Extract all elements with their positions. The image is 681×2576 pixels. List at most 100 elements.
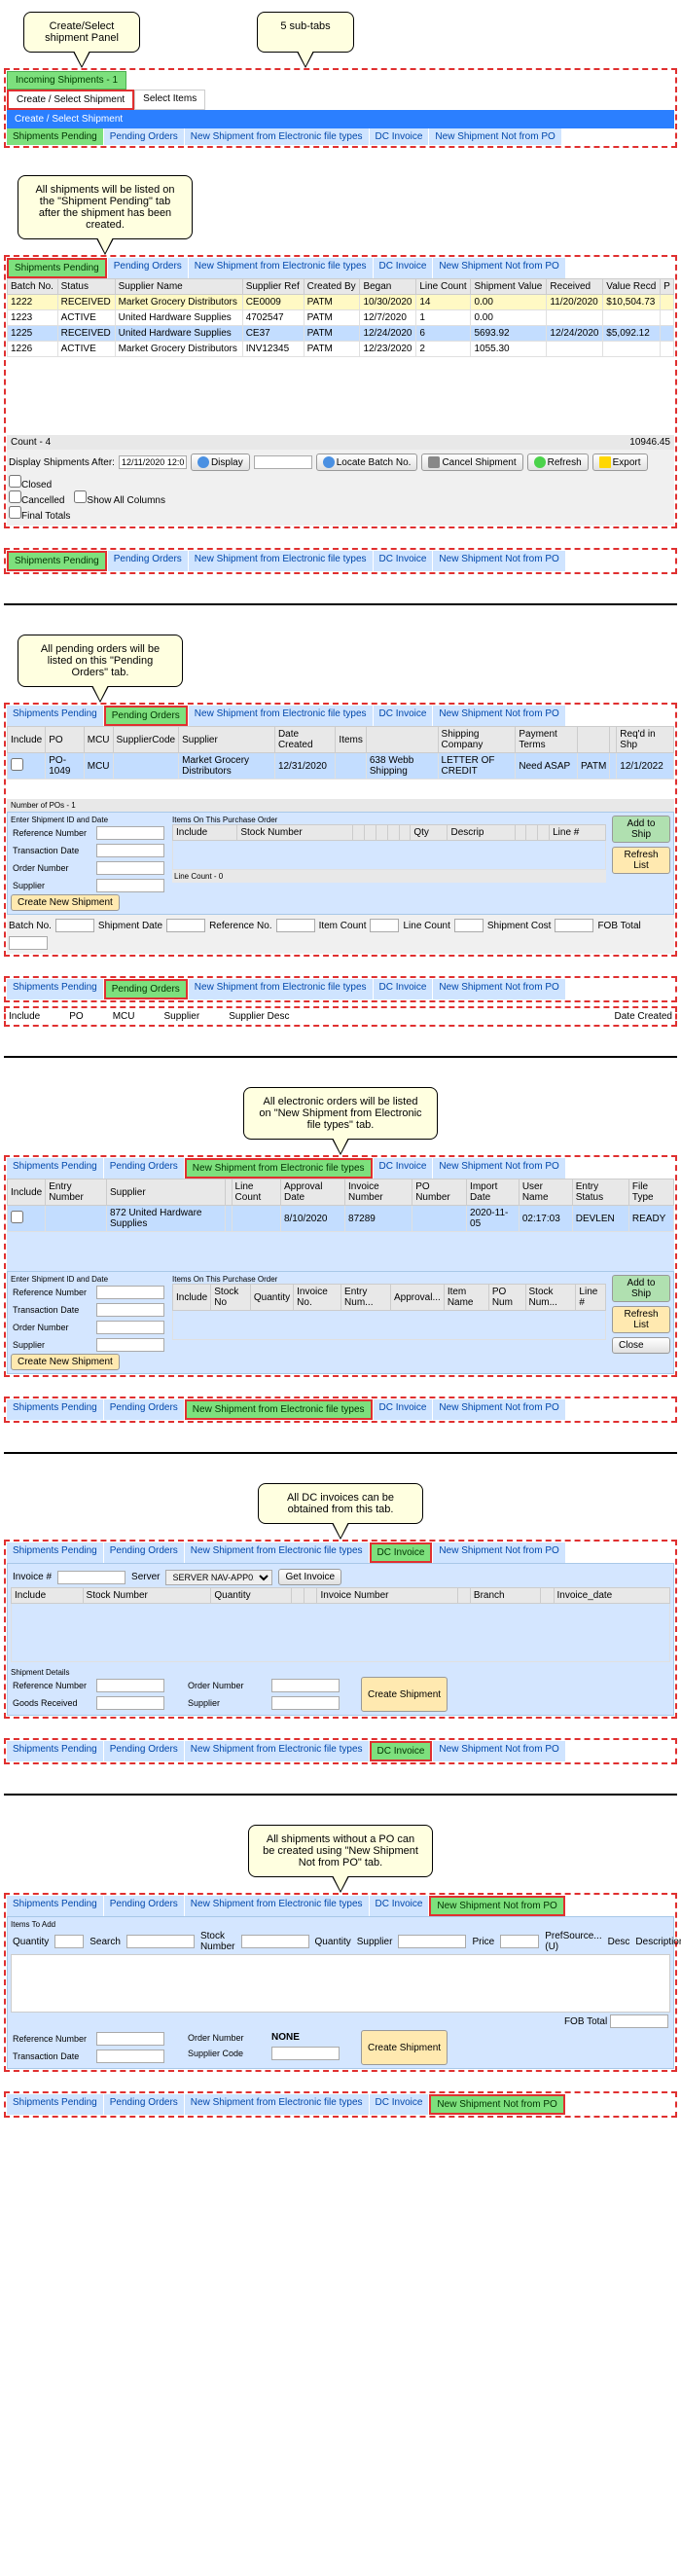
goods-recv-input[interactable] — [96, 1696, 164, 1710]
st4b-ef[interactable]: New Shipment from Electronic file types — [185, 1741, 369, 1761]
st5-dc[interactable]: DC Invoice — [370, 1896, 429, 1916]
transdate-input-3[interactable] — [96, 1303, 164, 1317]
subtab-dc-invoice[interactable]: DC Invoice — [370, 128, 429, 145]
itemcount-input[interactable] — [370, 919, 399, 932]
st4b-po[interactable]: Pending Orders — [104, 1741, 184, 1761]
st3b-sp[interactable]: Shipments Pending — [7, 1399, 103, 1420]
linecount-input[interactable] — [454, 919, 484, 932]
st5b-po[interactable]: Pending Orders — [104, 2094, 184, 2115]
subtab-pending-orders[interactable]: Pending Orders — [104, 128, 184, 145]
st5-sp[interactable]: Shipments Pending — [7, 1896, 103, 1916]
suppliercode-input[interactable] — [271, 2047, 340, 2060]
checkbox-closed[interactable]: Closed — [9, 475, 70, 490]
st5b-ef[interactable]: New Shipment from Electronic file types — [185, 2094, 369, 2115]
st3-sp[interactable]: Shipments Pending — [7, 1158, 103, 1179]
get-invoice-button[interactable]: Get Invoice — [278, 1569, 341, 1585]
fob-input-5[interactable] — [610, 2014, 668, 2028]
add-to-ship-button[interactable]: Add to Ship — [612, 816, 670, 843]
batchno-input[interactable] — [55, 919, 94, 932]
st2-ef[interactable]: New Shipment from Electronic file types — [189, 706, 373, 726]
refresh-list-button[interactable]: Refresh List — [612, 847, 670, 874]
row-checkbox[interactable] — [11, 758, 23, 771]
search-input-5[interactable] — [126, 1935, 195, 1948]
export-button[interactable]: Export — [592, 454, 648, 471]
table-row[interactable]: PO-1049MCUMarket Grocery Distributors12/… — [8, 753, 674, 780]
subtab-electronic[interactable]: New Shipment from Electronic file types — [185, 128, 369, 145]
st2-dc[interactable]: DC Invoice — [374, 706, 433, 726]
table-row[interactable]: 1223ACTIVEUnited Hardware Supplies470254… — [8, 310, 674, 326]
display-button[interactable]: Display — [191, 454, 250, 471]
st2b-dc[interactable]: DC Invoice — [374, 979, 433, 999]
subtab-shipments-pending-active[interactable]: Shipments Pending — [7, 258, 107, 278]
shipcost-input[interactable] — [555, 919, 593, 932]
subtab-dc-2[interactable]: DC Invoice — [374, 258, 433, 278]
st4b-sp[interactable]: Shipments Pending — [7, 1741, 103, 1761]
checkbox-final-totals[interactable]: Final Totals — [9, 506, 70, 522]
supplier-input-3[interactable] — [96, 1338, 164, 1352]
st3-np[interactable]: New Shipment Not from PO — [433, 1158, 564, 1179]
refresh-button[interactable]: Refresh — [527, 454, 589, 471]
shipdate-input[interactable] — [166, 919, 205, 932]
ordernum-input-3[interactable] — [96, 1321, 164, 1334]
subtab-no-po[interactable]: New Shipment Not from PO — [429, 128, 560, 145]
subtab-sp[interactable]: Shipments Pending — [7, 551, 107, 571]
add-to-ship-button-3[interactable]: Add to Ship — [612, 1275, 670, 1302]
st3-dc[interactable]: DC Invoice — [374, 1158, 433, 1179]
table-row[interactable]: 1225RECEIVEDUnited Hardware SuppliesCE37… — [8, 326, 674, 342]
stocknum-input[interactable] — [241, 1935, 309, 1948]
st2b-ef[interactable]: New Shipment from Electronic file types — [189, 979, 373, 999]
refresh-list-button-3[interactable]: Refresh List — [612, 1306, 670, 1333]
st2-sp[interactable]: Shipments Pending — [7, 706, 103, 726]
st4b-dc[interactable]: DC Invoice — [370, 1741, 433, 1761]
checkbox-show-all[interactable]: Show All Columns — [74, 490, 165, 506]
invoice-input[interactable] — [57, 1571, 125, 1584]
st5-np[interactable]: New Shipment Not from PO — [429, 1896, 564, 1916]
st3b-dc[interactable]: DC Invoice — [374, 1399, 433, 1420]
st2-np[interactable]: New Shipment Not from PO — [433, 706, 564, 726]
create-new-shipment-button-3[interactable]: Create New Shipment — [11, 1354, 120, 1370]
table-row[interactable]: 1222RECEIVEDMarket Grocery DistributorsC… — [8, 295, 674, 310]
tab-incoming-shipments[interactable]: Incoming Shipments - 1 — [7, 71, 126, 90]
refno-input[interactable] — [276, 919, 315, 932]
subtab-po[interactable]: Pending Orders — [108, 551, 188, 571]
st5b-dc[interactable]: DC Invoice — [370, 2094, 429, 2115]
table-row[interactable]: 1226ACTIVEMarket Grocery DistributorsINV… — [8, 342, 674, 357]
date-input[interactable] — [119, 455, 187, 469]
st2b-po[interactable]: Pending Orders — [104, 979, 188, 999]
table-row[interactable]: 872 United Hardware Supplies8/10/2020872… — [8, 1206, 674, 1232]
st4b-np[interactable]: New Shipment Not from PO — [433, 1741, 564, 1761]
st4-dc[interactable]: DC Invoice — [370, 1542, 433, 1563]
supplier-input[interactable] — [96, 879, 164, 892]
subtab-dc[interactable]: DC Invoice — [374, 551, 433, 571]
supplier-input-4[interactable] — [271, 1696, 340, 1710]
close-button-3[interactable]: Close — [612, 1337, 670, 1354]
tab-select-items[interactable]: Select Items — [134, 90, 205, 110]
transdate-input-5[interactable] — [96, 2050, 164, 2063]
st3-po[interactable]: Pending Orders — [104, 1158, 184, 1179]
st4-np[interactable]: New Shipment Not from PO — [433, 1542, 564, 1563]
refnum-input-5[interactable] — [96, 2032, 164, 2046]
st2b-sp[interactable]: Shipments Pending — [7, 979, 103, 999]
refnum-input-3[interactable] — [96, 1286, 164, 1299]
locate-button[interactable]: Locate Batch No. — [316, 454, 418, 471]
tab-create-select-shipment[interactable]: Create / Select Shipment — [7, 90, 134, 110]
subtab-np[interactable]: New Shipment Not from PO — [433, 551, 564, 571]
supplier-input-5[interactable] — [398, 1935, 466, 1948]
cancel-shipment-button[interactable]: Cancel Shipment — [421, 454, 522, 471]
subtab-nopo-2[interactable]: New Shipment Not from PO — [433, 258, 564, 278]
st3b-np[interactable]: New Shipment Not from PO — [433, 1399, 564, 1420]
st2-po[interactable]: Pending Orders — [104, 706, 188, 726]
st4-ef[interactable]: New Shipment from Electronic file types — [185, 1542, 369, 1563]
row-checkbox[interactable] — [11, 1211, 23, 1223]
price-input[interactable] — [500, 1935, 539, 1948]
subtab-pending-orders-2[interactable]: Pending Orders — [108, 258, 188, 278]
fob-input[interactable] — [9, 936, 48, 950]
st2b-np[interactable]: New Shipment Not from PO — [433, 979, 564, 999]
st5b-np[interactable]: New Shipment Not from PO — [429, 2094, 564, 2115]
checkbox-cancelled[interactable]: Cancelled — [9, 490, 70, 506]
subtab-shipments-pending[interactable]: Shipments Pending — [7, 128, 103, 145]
subtab-ef[interactable]: New Shipment from Electronic file types — [189, 551, 373, 571]
st4-po[interactable]: Pending Orders — [104, 1542, 184, 1563]
subtab-electronic-2[interactable]: New Shipment from Electronic file types — [189, 258, 373, 278]
st5-ef[interactable]: New Shipment from Electronic file types — [185, 1896, 369, 1916]
